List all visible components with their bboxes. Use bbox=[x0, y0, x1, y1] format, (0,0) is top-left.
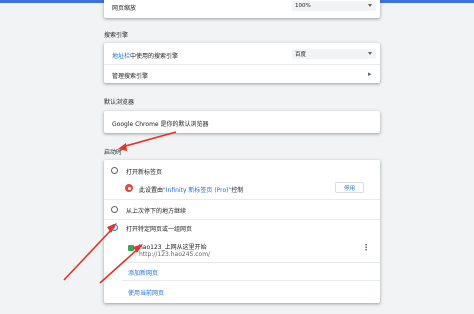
divider bbox=[104, 199, 380, 200]
chevron-right-icon[interactable]: ▸ bbox=[368, 70, 372, 78]
extension-notice-suffix: 控制 bbox=[231, 187, 244, 194]
chevron-down-icon bbox=[368, 52, 372, 55]
radio-continue[interactable] bbox=[111, 206, 118, 213]
search-engine-card: 地址栏中使用的搜索引擎 百度 管理搜索引擎 ▸ bbox=[104, 43, 380, 83]
add-new-page-link[interactable]: 添加新网页 bbox=[128, 268, 158, 277]
divider bbox=[104, 64, 380, 65]
page-zoom-label: 网页缩放 bbox=[112, 5, 137, 12]
arrow-to-startup-title bbox=[121, 131, 177, 148]
disable-extension-button[interactable]: 停用 bbox=[335, 182, 365, 193]
manage-search-engines-label[interactable]: 管理搜索引擎 bbox=[112, 71, 148, 80]
address-bar-link[interactable]: 地址栏 bbox=[112, 53, 130, 60]
page-zoom-value: 100% bbox=[295, 3, 311, 9]
extension-link[interactable]: "Infinity 新标签页 (Pro)" bbox=[163, 187, 231, 194]
address-bar-suffix: 中使用的搜索引擎 bbox=[130, 53, 179, 60]
extension-icon bbox=[125, 184, 133, 192]
default-browser-card: Google Chrome 是你的默认浏览器 bbox=[104, 111, 380, 133]
divider bbox=[122, 280, 380, 281]
radio-open-specific[interactable] bbox=[111, 224, 118, 231]
disable-extension-button-label: 停用 bbox=[344, 185, 356, 192]
page-zoom-select[interactable]: 100% bbox=[292, 1, 376, 11]
default-browser-section-title: 默认浏览器 bbox=[104, 99, 135, 106]
address-bar-row-label: 地址栏中使用的搜索引擎 bbox=[112, 51, 178, 60]
use-current-pages-link[interactable]: 使用当前网页 bbox=[128, 288, 164, 297]
on-startup-section-title: 启动时 bbox=[104, 149, 123, 156]
startup-page-title: hao123_上网从这里开始 bbox=[139, 244, 207, 251]
chevron-down-icon bbox=[368, 4, 372, 7]
extension-notice-prefix: 此设置由 bbox=[139, 187, 164, 194]
option-newtab-label: 打开新标签页 bbox=[126, 169, 163, 176]
divider bbox=[104, 219, 380, 220]
site-favicon-icon bbox=[128, 245, 134, 251]
divider bbox=[122, 262, 380, 263]
option-specific-label: 打开特定网页或一组网页 bbox=[126, 226, 193, 233]
search-engine-value: 百度 bbox=[295, 52, 307, 58]
default-browser-status: Google Chrome 是你的默认浏览器 bbox=[112, 121, 209, 128]
on-startup-card: 打开新标签页 此设置由"Infinity 新标签页 (Pro)"控制 停用 从上… bbox=[104, 160, 380, 303]
radio-open-newtab[interactable] bbox=[111, 167, 118, 174]
more-actions-icon[interactable]: ⋮ bbox=[362, 243, 370, 252]
search-engine-section-title: 搜索引擎 bbox=[104, 32, 129, 39]
appearance-card: 网页缩放 100% bbox=[104, 0, 380, 18]
extension-notice: 此设置由"Infinity 新标签页 (Pro)"控制 bbox=[139, 185, 243, 194]
option-continue-label: 从上次停下的地方继续 bbox=[126, 208, 187, 215]
search-engine-select[interactable]: 百度 bbox=[292, 49, 376, 59]
startup-page-url: http://123.hao245.com/ bbox=[139, 251, 211, 258]
